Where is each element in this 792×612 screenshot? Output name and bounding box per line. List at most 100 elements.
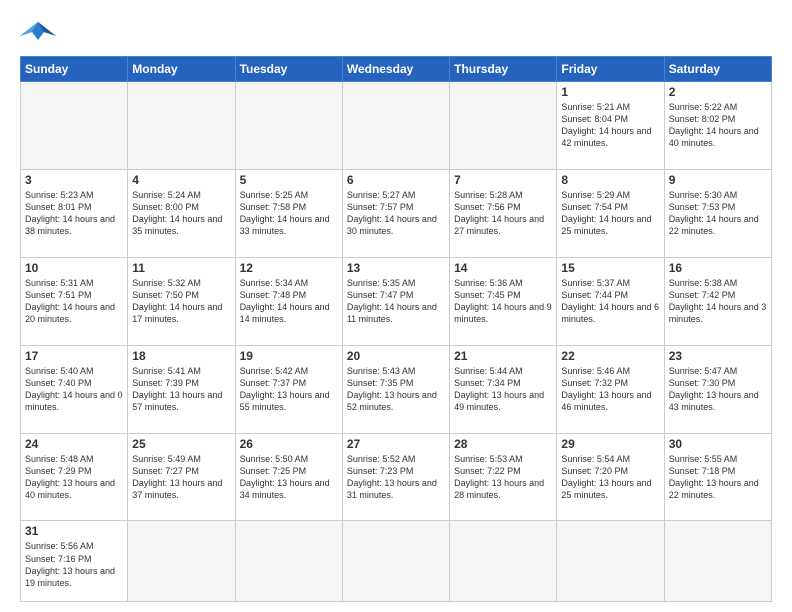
day-number: 14 — [454, 261, 552, 275]
day-info: Sunrise: 5:41 AM Sunset: 7:39 PM Dayligh… — [132, 365, 230, 414]
day-info: Sunrise: 5:28 AM Sunset: 7:56 PM Dayligh… — [454, 189, 552, 238]
day-info: Sunrise: 5:38 AM Sunset: 7:42 PM Dayligh… — [669, 277, 767, 326]
calendar-cell — [128, 521, 235, 602]
day-number: 19 — [240, 349, 338, 363]
calendar-cell: 30 Sunrise: 5:55 AM Sunset: 7:18 PM Dayli… — [664, 433, 771, 521]
day-number: 15 — [561, 261, 659, 275]
day-info: Sunrise: 5:23 AM Sunset: 8:01 PM Dayligh… — [25, 189, 123, 238]
calendar-cell — [235, 82, 342, 170]
weekday-header-friday: Friday — [557, 57, 664, 82]
day-number: 12 — [240, 261, 338, 275]
week-row-1: 3 Sunrise: 5:23 AM Sunset: 8:01 PM Daylig… — [21, 169, 772, 257]
day-number: 6 — [347, 173, 445, 187]
calendar-cell — [664, 521, 771, 602]
logo — [20, 18, 60, 48]
day-number: 5 — [240, 173, 338, 187]
day-info: Sunrise: 5:29 AM Sunset: 7:54 PM Dayligh… — [561, 189, 659, 238]
calendar-cell: 9 Sunrise: 5:30 AM Sunset: 7:53 PM Daylig… — [664, 169, 771, 257]
calendar-cell: 26Sunrise: 5:50 AM Sunset: 7:25 PM Dayli… — [235, 433, 342, 521]
day-number: 4 — [132, 173, 230, 187]
day-info: Sunrise: 5:31 AM Sunset: 7:51 PM Dayligh… — [25, 277, 123, 326]
weekday-header-sunday: Sunday — [21, 57, 128, 82]
weekday-header-tuesday: Tuesday — [235, 57, 342, 82]
day-number: 1 — [561, 85, 659, 99]
day-number: 23 — [669, 349, 767, 363]
day-number: 9 — [669, 173, 767, 187]
day-number: 13 — [347, 261, 445, 275]
day-info: Sunrise: 5:42 AM Sunset: 7:37 PM Dayligh… — [240, 365, 338, 414]
day-number: 18 — [132, 349, 230, 363]
calendar-cell: 28 Sunrise: 5:53 AM Sunset: 7:22 PM Dayli… — [450, 433, 557, 521]
day-info: Sunrise: 5:54 AM Sunset: 7:20 PM Dayligh… — [561, 453, 659, 502]
calendar-cell — [21, 82, 128, 170]
day-info: Sunrise: 5:49 AM Sunset: 7:27 PM Dayligh… — [132, 453, 230, 502]
calendar-cell: 29 Sunrise: 5:54 AM Sunset: 7:20 PM Dayli… — [557, 433, 664, 521]
calendar-cell: 24 Sunrise: 5:48 AM Sunset: 7:29 PM Dayli… — [21, 433, 128, 521]
day-number: 8 — [561, 173, 659, 187]
day-number: 29 — [561, 437, 659, 451]
day-info: Sunrise: 5:52 AM Sunset: 7:23 PM Dayligh… — [347, 453, 445, 502]
day-info: Sunrise: 5:36 AM Sunset: 7:45 PM Dayligh… — [454, 277, 552, 326]
day-info: Sunrise: 5:21 AM Sunset: 8:04 PM Dayligh… — [561, 101, 659, 150]
calendar-cell — [342, 521, 449, 602]
day-number: 28 — [454, 437, 552, 451]
calendar-cell: 14 Sunrise: 5:36 AM Sunset: 7:45 PM Dayli… — [450, 257, 557, 345]
calendar-cell — [128, 82, 235, 170]
calendar-cell — [557, 521, 664, 602]
calendar-cell: 7 Sunrise: 5:28 AM Sunset: 7:56 PM Daylig… — [450, 169, 557, 257]
week-row-5: 31 Sunrise: 5:56 AM Sunset: 7:16 PM Dayli… — [21, 521, 772, 602]
calendar-cell — [450, 521, 557, 602]
logo-icon — [20, 18, 56, 48]
calendar-cell: 31 Sunrise: 5:56 AM Sunset: 7:16 PM Dayli… — [21, 521, 128, 602]
calendar-cell: 10 Sunrise: 5:31 AM Sunset: 7:51 PM Dayli… — [21, 257, 128, 345]
week-row-2: 10 Sunrise: 5:31 AM Sunset: 7:51 PM Dayli… — [21, 257, 772, 345]
day-info: Sunrise: 5:34 AM Sunset: 7:48 PM Dayligh… — [240, 277, 338, 326]
day-info: Sunrise: 5:47 AM Sunset: 7:30 PM Dayligh… — [669, 365, 767, 414]
day-info: Sunrise: 5:40 AM Sunset: 7:40 PM Dayligh… — [25, 365, 123, 414]
day-number: 27 — [347, 437, 445, 451]
day-info: Sunrise: 5:30 AM Sunset: 7:53 PM Dayligh… — [669, 189, 767, 238]
calendar-cell: 25Sunrise: 5:49 AM Sunset: 7:27 PM Dayli… — [128, 433, 235, 521]
day-info: Sunrise: 5:32 AM Sunset: 7:50 PM Dayligh… — [132, 277, 230, 326]
day-number: 20 — [347, 349, 445, 363]
day-info: Sunrise: 5:56 AM Sunset: 7:16 PM Dayligh… — [25, 540, 123, 589]
page: SundayMondayTuesdayWednesdayThursdayFrid… — [0, 0, 792, 612]
day-number: 2 — [669, 85, 767, 99]
calendar-cell: 12 Sunrise: 5:34 AM Sunset: 7:48 PM Dayli… — [235, 257, 342, 345]
day-info: Sunrise: 5:22 AM Sunset: 8:02 PM Dayligh… — [669, 101, 767, 150]
day-number: 30 — [669, 437, 767, 451]
day-number: 24 — [25, 437, 123, 451]
day-info: Sunrise: 5:53 AM Sunset: 7:22 PM Dayligh… — [454, 453, 552, 502]
day-number: 7 — [454, 173, 552, 187]
calendar-cell: 20Sunrise: 5:43 AM Sunset: 7:35 PM Dayli… — [342, 345, 449, 433]
weekday-header-monday: Monday — [128, 57, 235, 82]
calendar-cell: 17Sunrise: 5:40 AM Sunset: 7:40 PM Dayli… — [21, 345, 128, 433]
weekday-header-wednesday: Wednesday — [342, 57, 449, 82]
weekday-header-thursday: Thursday — [450, 57, 557, 82]
day-number: 31 — [25, 524, 123, 538]
calendar-cell: 6 Sunrise: 5:27 AM Sunset: 7:57 PM Daylig… — [342, 169, 449, 257]
day-info: Sunrise: 5:48 AM Sunset: 7:29 PM Dayligh… — [25, 453, 123, 502]
day-info: Sunrise: 5:37 AM Sunset: 7:44 PM Dayligh… — [561, 277, 659, 326]
calendar-cell: 3 Sunrise: 5:23 AM Sunset: 8:01 PM Daylig… — [21, 169, 128, 257]
day-number: 10 — [25, 261, 123, 275]
calendar-cell: 27 Sunrise: 5:52 AM Sunset: 7:23 PM Dayli… — [342, 433, 449, 521]
calendar-cell: 16Sunrise: 5:38 AM Sunset: 7:42 PM Dayli… — [664, 257, 771, 345]
calendar-cell: 8 Sunrise: 5:29 AM Sunset: 7:54 PM Daylig… — [557, 169, 664, 257]
calendar-cell — [342, 82, 449, 170]
calendar-cell: 2 Sunrise: 5:22 AM Sunset: 8:02 PM Daylig… — [664, 82, 771, 170]
day-number: 3 — [25, 173, 123, 187]
day-info: Sunrise: 5:27 AM Sunset: 7:57 PM Dayligh… — [347, 189, 445, 238]
calendar: SundayMondayTuesdayWednesdayThursdayFrid… — [20, 56, 772, 602]
day-number: 26 — [240, 437, 338, 451]
day-info: Sunrise: 5:24 AM Sunset: 8:00 PM Dayligh… — [132, 189, 230, 238]
day-info: Sunrise: 5:55 AM Sunset: 7:18 PM Dayligh… — [669, 453, 767, 502]
weekday-header-saturday: Saturday — [664, 57, 771, 82]
day-info: Sunrise: 5:25 AM Sunset: 7:58 PM Dayligh… — [240, 189, 338, 238]
calendar-cell: 18 Sunrise: 5:41 AM Sunset: 7:39 PM Dayli… — [128, 345, 235, 433]
day-info: Sunrise: 5:46 AM Sunset: 7:32 PM Dayligh… — [561, 365, 659, 414]
calendar-cell: 5 Sunrise: 5:25 AM Sunset: 7:58 PM Daylig… — [235, 169, 342, 257]
day-number: 22 — [561, 349, 659, 363]
calendar-cell: 19 Sunrise: 5:42 AM Sunset: 7:37 PM Dayli… — [235, 345, 342, 433]
calendar-cell: 23 Sunrise: 5:47 AM Sunset: 7:30 PM Dayli… — [664, 345, 771, 433]
